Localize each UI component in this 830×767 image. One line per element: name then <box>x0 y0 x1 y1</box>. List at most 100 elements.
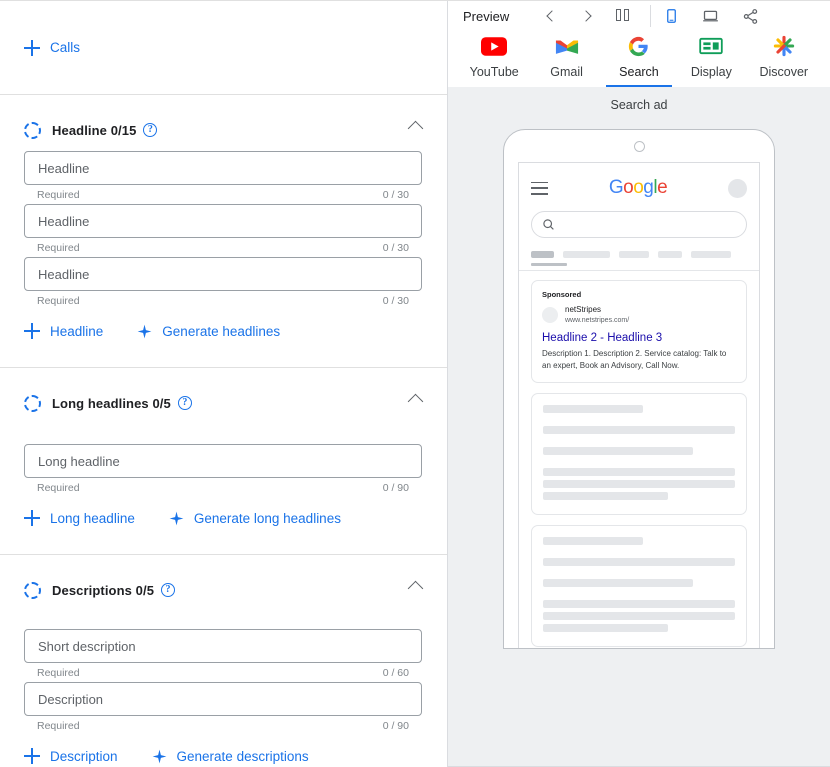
headline-fields: Required 0 / 30 Required 0 / 30 Required <box>24 151 423 367</box>
placeholder-result-card <box>531 525 747 648</box>
description-input[interactable] <box>24 682 422 716</box>
long-headline-field-row: Required 0 / 90 <box>24 444 423 494</box>
tab-search[interactable]: Search <box>603 31 675 87</box>
sponsored-label: Sponsored <box>542 290 582 299</box>
section-long-headlines-title: Long headlines 0/5 <box>52 395 171 411</box>
ad-site-info: netStripes www.netstripes.com/ <box>565 305 629 325</box>
short-description-input[interactable] <box>24 629 422 663</box>
share-icon[interactable] <box>742 8 759 25</box>
plus-icon <box>24 39 40 56</box>
ad-description: Description 1. Description 2. Service ca… <box>542 349 727 370</box>
generate-long-headlines-button[interactable]: Generate long headlines <box>169 507 341 530</box>
ad-editor-screen: Calls Headline 0/15 ? Required 0 / 30 <box>0 0 830 767</box>
plus-icon <box>24 748 40 764</box>
long-headline-input-1[interactable] <box>24 444 422 478</box>
add-headline-label: Headline <box>50 323 104 339</box>
preview-toolbar: Preview <box>448 1 830 31</box>
section-headline: Headline 0/15 ? Required 0 / 30 Required <box>0 95 447 368</box>
gmail-icon <box>555 33 579 59</box>
char-counter: 0 / 30 <box>382 295 409 307</box>
add-headline-button[interactable]: Headline <box>24 319 103 343</box>
generate-headlines-button[interactable]: Generate headlines <box>137 320 280 343</box>
headline-field-row: Required 0 / 30 <box>24 204 423 254</box>
char-counter: 0 / 30 <box>382 242 409 254</box>
chevron-up-icon[interactable] <box>409 119 423 133</box>
chevron-up-icon[interactable] <box>409 392 423 406</box>
preview-nav-controls <box>544 8 632 24</box>
stage-label: Search ad <box>610 98 668 112</box>
serp-tab-chip[interactable] <box>563 251 610 258</box>
add-long-headline-button[interactable]: Long headline <box>24 506 135 530</box>
device-toggles <box>664 7 759 25</box>
desktop-device-icon[interactable] <box>701 8 720 24</box>
description-actions: Description Generate descriptions <box>24 735 423 767</box>
hamburger-icon[interactable] <box>531 181 548 195</box>
generate-descriptions-button[interactable]: Generate descriptions <box>152 745 309 767</box>
section-headline-header[interactable]: Headline 0/15 ? <box>24 95 423 151</box>
avatar[interactable] <box>728 178 747 198</box>
section-headline-title: Headline 0/15 <box>52 122 137 138</box>
phone-screen: Google Sponsored netStripes www.netstrip… <box>518 162 760 648</box>
tab-youtube-label: YouTube <box>469 65 519 79</box>
tab-gmail[interactable]: Gmail <box>531 31 603 87</box>
headline-input-3[interactable] <box>24 257 422 291</box>
section-long-headlines-header[interactable]: Long headlines 0/5 ? <box>24 368 423 424</box>
serp-search-box[interactable] <box>531 211 747 238</box>
chevron-up-icon[interactable] <box>409 579 423 593</box>
section-long-headlines: Long headlines 0/5 ? Required 0 / 90 Lon… <box>0 368 447 555</box>
headline-meta-1: Required 0 / 30 <box>24 185 422 201</box>
favicon <box>542 307 558 324</box>
helper-text: Required <box>37 242 80 254</box>
serp-active-tab-indicator <box>531 263 567 266</box>
section-descriptions: Descriptions 0/5 ? Required 0 / 60 Requi… <box>0 555 447 767</box>
mobile-device-icon[interactable] <box>664 7 679 25</box>
add-description-button[interactable]: Description <box>24 744 118 767</box>
help-icon[interactable]: ? <box>177 396 192 410</box>
serp-tab-chip[interactable] <box>619 251 649 258</box>
plus-icon <box>24 323 40 339</box>
headline-input-1[interactable] <box>24 151 422 185</box>
dashed-circle-icon <box>24 394 41 412</box>
tab-discover[interactable]: Discover <box>748 31 820 87</box>
tab-display[interactable]: Display <box>675 31 747 87</box>
preview-stage: Search ad Google Sponsored netStripes ww… <box>448 87 830 767</box>
serp-tab-chip[interactable] <box>691 251 731 258</box>
help-icon[interactable]: ? <box>143 123 158 137</box>
ad-headline[interactable]: Headline 2 - Headline 3 <box>542 332 736 344</box>
asset-form-panel: Calls Headline 0/15 ? Required 0 / 30 <box>0 1 448 767</box>
headline-field-row: Required 0 / 30 <box>24 151 423 201</box>
description-fields: Required 0 / 60 Required 0 / 90 Descript… <box>24 611 423 767</box>
add-calls-button[interactable]: Calls <box>24 36 80 60</box>
placeholder-result-card <box>531 393 747 516</box>
tab-search-label: Search <box>619 65 659 79</box>
preview-title: Preview <box>463 8 510 24</box>
advertiser-name: netStripes <box>565 305 602 314</box>
serp-tab-chip[interactable] <box>658 251 682 258</box>
char-counter: 0 / 60 <box>382 667 409 679</box>
pause-icon[interactable] <box>616 9 632 23</box>
advertiser-url: www.netstripes.com/ <box>565 316 630 324</box>
section-descriptions-header[interactable]: Descriptions 0/5 ? <box>24 555 423 611</box>
plus-icon <box>24 510 40 526</box>
headline-input-2[interactable] <box>24 204 422 238</box>
chevron-left-icon[interactable] <box>544 8 560 24</box>
char-counter: 0 / 90 <box>382 482 409 494</box>
serp-divider <box>519 270 759 271</box>
long-headline-actions: Long headline Generate long headlines <box>24 497 423 550</box>
google-search-icon <box>628 33 649 59</box>
serp-header: Google <box>519 163 759 199</box>
preview-channel-tabs: YouTube Gmail Search Display Discover <box>448 31 830 87</box>
section-calls: Calls <box>0 1 447 95</box>
add-long-headline-label: Long headline <box>50 510 135 526</box>
search-icon <box>543 219 554 230</box>
generate-headlines-label: Generate headlines <box>162 323 281 339</box>
short-description-meta: Required 0 / 60 <box>24 663 422 679</box>
helper-text: Required <box>37 482 80 494</box>
help-icon[interactable]: ? <box>161 583 176 597</box>
tab-youtube[interactable]: YouTube <box>458 31 530 87</box>
serp-tab-chip[interactable] <box>531 251 554 258</box>
section-descriptions-title: Descriptions 0/5 <box>52 582 155 598</box>
headline-meta-2: Required 0 / 30 <box>24 238 422 254</box>
google-logo: Google <box>608 177 668 198</box>
chevron-right-icon[interactable] <box>580 8 596 24</box>
